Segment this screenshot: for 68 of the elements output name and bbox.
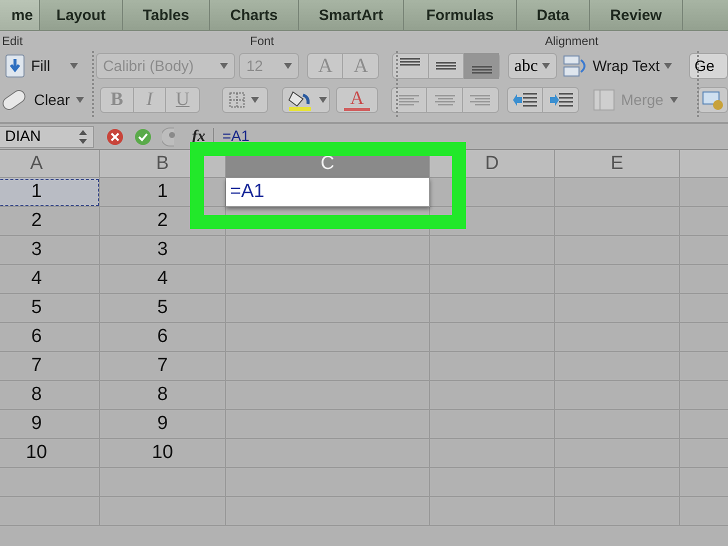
table-cell: 5 xyxy=(100,294,226,323)
ribbon-tab[interactable]: Layout xyxy=(40,0,123,30)
table-cell: 4 xyxy=(100,265,226,294)
column-header[interactable]: E xyxy=(555,150,680,178)
text-align-icon xyxy=(434,94,455,106)
group-label: Font xyxy=(250,34,274,48)
table-cell: 10 xyxy=(100,439,226,468)
confirm-icon[interactable] xyxy=(134,128,152,146)
fill-down-icon xyxy=(5,54,25,78)
formula-field[interactable]: =A1 xyxy=(222,128,250,145)
table-cell: 3 xyxy=(0,236,100,265)
cell-editor[interactable]: =A1 xyxy=(226,178,430,207)
borders-button[interactable] xyxy=(222,87,268,113)
align-lines-icon xyxy=(400,58,420,66)
fill-button[interactable]: Fill xyxy=(31,58,50,74)
caret-icon xyxy=(542,63,550,69)
table-cell: 10 xyxy=(0,439,100,468)
arrow-lines-icon xyxy=(548,91,574,109)
table-cell: 9 xyxy=(100,410,226,439)
ribbon-tab[interactable]: Charts xyxy=(210,0,299,30)
caret-icon xyxy=(670,97,678,103)
caret-icon xyxy=(251,97,259,103)
caret-icon xyxy=(319,97,327,103)
caret-icon xyxy=(70,63,78,69)
group-label: Edit xyxy=(2,34,23,48)
number-format-field[interactable]: Ge xyxy=(689,53,728,79)
table-cell: 6 xyxy=(0,323,100,352)
group-label: Alignment xyxy=(545,34,598,48)
caret-icon xyxy=(76,97,84,103)
table-cell: 2 xyxy=(0,207,100,236)
ribbon-tab[interactable]: Review xyxy=(590,0,683,30)
conditional-format-button[interactable] xyxy=(698,87,728,113)
caret-icon xyxy=(284,63,292,69)
table-cell: 5 xyxy=(0,294,100,323)
clear-button[interactable]: Clear xyxy=(34,92,70,108)
caret-icon xyxy=(664,63,672,69)
table-cell: 2 xyxy=(100,207,226,236)
table-cell: 1 xyxy=(0,178,100,207)
table-cell: 7 xyxy=(0,352,100,381)
cancel-icon[interactable] xyxy=(106,128,124,146)
ribbon-tab[interactable]: Data xyxy=(517,0,590,30)
table-cell: 8 xyxy=(0,381,100,410)
name-box[interactable]: DIAN xyxy=(0,126,94,148)
table-cell: 9 xyxy=(0,410,100,439)
merge-cells-icon xyxy=(593,89,615,111)
stepper-icon xyxy=(79,130,87,144)
text-align-icon xyxy=(470,94,490,106)
caret-icon xyxy=(220,63,228,69)
orientation-button[interactable]: abc xyxy=(508,53,557,79)
grid-icon xyxy=(229,92,245,108)
table-cell: 7 xyxy=(100,352,226,381)
align-lines-icon xyxy=(472,66,492,74)
table-cell: 8 xyxy=(100,381,226,410)
fill-color-button[interactable] xyxy=(282,87,330,113)
ribbon-tab[interactable]: me xyxy=(0,0,40,30)
ribbon-tab[interactable]: Tables xyxy=(123,0,210,30)
table-cell: 6 xyxy=(100,323,226,352)
align-lines-icon xyxy=(436,62,456,70)
ribbon-tab[interactable]: Formulas xyxy=(404,0,517,30)
ribbon-tab[interactable]: SmartArt xyxy=(299,0,404,30)
column-header[interactable]: A xyxy=(0,150,100,178)
table-coins-icon xyxy=(702,90,724,110)
table-cell: 4 xyxy=(0,265,100,294)
arrow-lines-icon xyxy=(512,91,538,109)
wrap-text-button[interactable]: Wrap Text xyxy=(592,58,660,74)
paint-bucket-icon xyxy=(287,89,313,111)
vertical-align-button[interactable] xyxy=(464,53,500,79)
table-cell: 3 xyxy=(100,236,226,265)
